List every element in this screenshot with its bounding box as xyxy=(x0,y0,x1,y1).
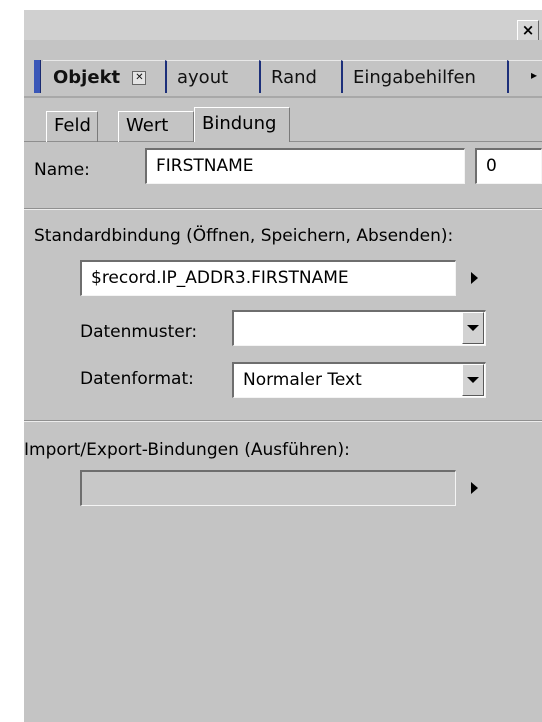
tab-rand[interactable]: Rand xyxy=(259,60,341,93)
tab-eingabehilfen-label: Eingabehilfen xyxy=(353,67,476,88)
bindung-content: Name: FIRSTNAME 0 Standardbindung (Öffne… xyxy=(24,142,542,722)
main-tab-bar: Objekt ✕ ayout Rand Eingabehilfen ▸ xyxy=(24,40,542,98)
datenformat-select[interactable]: Normaler Text xyxy=(232,362,486,398)
tab-objekt-label: Objekt xyxy=(53,67,121,88)
subtab-wert[interactable]: Wert xyxy=(118,111,194,142)
subtab-feld[interactable]: Feld xyxy=(46,111,98,142)
sub-tab-bar: Feld Wert Bindung xyxy=(24,98,542,142)
name-field[interactable]: FIRSTNAME xyxy=(145,148,465,184)
palette-titlebar: × xyxy=(24,10,542,41)
tab-close-icon[interactable]: ✕ xyxy=(132,71,147,85)
close-icon: × xyxy=(521,21,535,39)
datenformat-dropdown-button[interactable] xyxy=(462,364,484,396)
chevron-down-icon xyxy=(467,325,479,331)
import-export-menu-arrow-icon[interactable] xyxy=(471,482,478,494)
tab-scroll-right-icon[interactable]: ▸ xyxy=(531,68,537,82)
import-export-field[interactable] xyxy=(80,470,456,506)
close-button[interactable]: × xyxy=(517,20,539,41)
binding-menu-arrow-icon[interactable] xyxy=(471,272,478,284)
datenmuster-label: Datenmuster: xyxy=(80,322,198,342)
datenformat-label: Datenformat: xyxy=(80,369,194,389)
binding-panel: × Objekt ✕ ayout Rand Eingabehilfen ▸ Fe… xyxy=(24,10,542,722)
separator xyxy=(24,420,542,422)
datenmuster-select[interactable] xyxy=(232,310,486,346)
standard-binding-field[interactable]: $record.IP_ADDR3.FIRSTNAME xyxy=(80,260,456,296)
separator xyxy=(24,208,542,210)
tab-objekt[interactable]: Objekt ✕ xyxy=(43,60,165,93)
chevron-down-icon xyxy=(467,377,479,383)
tab-rand-label: Rand xyxy=(271,67,317,88)
name-label: Name: xyxy=(34,160,90,180)
standard-binding-heading: Standardbindung (Öffnen, Speichern, Abse… xyxy=(34,226,454,246)
datenmuster-dropdown-button[interactable] xyxy=(462,312,484,344)
subtab-bindung-label: Bindung xyxy=(202,113,277,134)
subtab-feld-label: Feld xyxy=(54,115,91,136)
tab-gripper-icon xyxy=(34,60,41,93)
subtab-bindung[interactable]: Bindung xyxy=(194,107,290,142)
subtab-wert-label: Wert xyxy=(126,115,169,136)
tab-layout-label: ayout xyxy=(177,67,229,88)
tab-eingabehilfen[interactable]: Eingabehilfen xyxy=(341,60,507,93)
name-index-field[interactable]: 0 xyxy=(475,148,542,184)
import-export-heading: Import/Export-Bindungen (Ausführen): xyxy=(24,440,350,460)
tab-layout[interactable]: ayout xyxy=(165,60,259,93)
